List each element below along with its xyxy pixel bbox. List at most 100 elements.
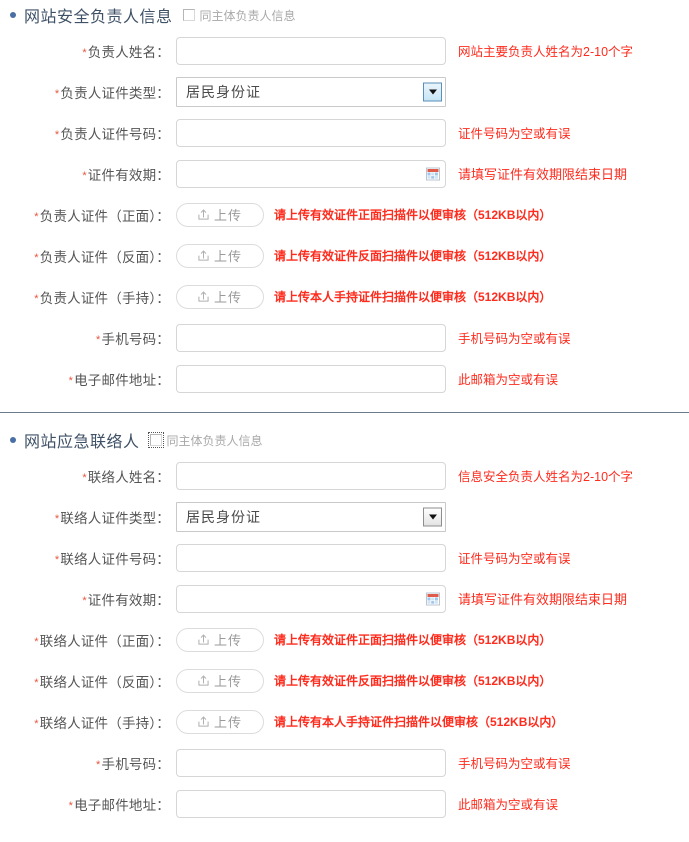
datepicker-officer-id-validity <box>176 159 446 188</box>
upload-icon <box>198 209 209 220</box>
hint-contact-id-back: 请上传有效证件反面扫描件以便审核（512KB以内） <box>274 674 552 688</box>
chevron-down-icon[interactable] <box>423 507 442 526</box>
hint-officer-name: 网站主要负责人姓名为2-10个字 <box>458 45 634 59</box>
same-as-entity-label: 同主体负责人信息 <box>166 433 263 448</box>
input-contact-name[interactable] <box>176 461 446 490</box>
calendar-icon[interactable] <box>426 167 440 180</box>
input-contact-id-number[interactable] <box>176 543 446 572</box>
hint-contact-email: 此邮箱为空或有误 <box>458 798 559 812</box>
control-officer-id-front: 上传 <box>176 202 264 227</box>
required-asterisk: * <box>34 635 39 648</box>
section-title: 网站应急联络人 <box>24 434 140 451</box>
control-contact-id-handheld: 上传 <box>176 709 264 734</box>
control-officer-email <box>176 364 446 393</box>
required-asterisk: * <box>34 717 39 730</box>
control-contact-name <box>176 461 446 490</box>
form-row-officer-id-validity: *证件有效期： 请填写证件有效期限结束日期 <box>0 153 689 194</box>
form-row-contact-id-back: *联络人证件（反面）： 上传 请上传有效证件反面扫描件以便审核（512KB以内） <box>0 660 689 701</box>
label-contact-mobile: *手机号码： <box>0 753 176 773</box>
upload-button-contact-id-back[interactable]: 上传 <box>176 668 264 693</box>
input-officer-name[interactable] <box>176 36 446 65</box>
upload-button-label: 上传 <box>213 290 242 305</box>
upload-button-label: 上传 <box>213 249 242 264</box>
section-divider <box>0 412 689 413</box>
form-row-officer-mobile: *手机号码： 手机号码为空或有误 <box>0 317 689 358</box>
same-as-entity-checkbox[interactable] <box>182 9 195 21</box>
label-contact-id-handheld: *联络人证件（手持）： <box>0 712 176 732</box>
form-row-officer-id-back: *负责人证件（反面）： 上传 请上传有效证件反面扫描件以便审核（512KB以内） <box>0 235 689 276</box>
label-text: 负责人证件（正面）： <box>39 208 170 224</box>
upload-button-contact-id-front[interactable]: 上传 <box>176 627 264 652</box>
hint-contact-id-validity: 请填写证件有效期限结束日期 <box>458 592 628 607</box>
label-text: 手机号码： <box>101 756 170 772</box>
form-row-contact-id-number: *联络人证件号码： 证件号码为空或有误 <box>0 537 689 578</box>
hint-contact-name: 信息安全负责人姓名为2-10个字 <box>458 470 634 484</box>
same-as-entity-toggle-website-emergency-contact[interactable]: 同主体负责人信息 <box>147 432 263 449</box>
label-text: 联络人证件（正面）： <box>39 633 170 649</box>
label-contact-id-back: *联络人证件（反面）： <box>0 671 176 691</box>
upload-button-officer-id-front[interactable]: 上传 <box>176 202 264 227</box>
label-officer-mobile: *手机号码： <box>0 328 176 348</box>
control-contact-mobile <box>176 748 446 777</box>
form-row-officer-email: *电子邮件地址： 此邮箱为空或有误 <box>0 358 689 399</box>
control-officer-name <box>176 36 446 65</box>
label-text: 负责人证件类型： <box>60 85 170 101</box>
hint-contact-id-number: 证件号码为空或有误 <box>458 552 571 566</box>
label-officer-id-number: *负责人证件号码： <box>0 123 176 143</box>
label-officer-id-handheld: *负责人证件（手持）： <box>0 287 176 307</box>
form-row-contact-id-front: *联络人证件（正面）： 上传 请上传有效证件正面扫描件以便审核（512KB以内） <box>0 619 689 660</box>
required-asterisk: * <box>82 594 87 607</box>
same-as-entity-checkbox[interactable] <box>147 432 164 448</box>
required-asterisk: * <box>96 758 101 771</box>
hint-officer-id-handheld: 请上传本人手持证件扫描件以便审核（512KB以内） <box>274 290 552 304</box>
label-contact-name: *联络人姓名： <box>0 466 176 486</box>
calendar-icon[interactable] <box>426 592 440 605</box>
chevron-down-icon[interactable] <box>423 82 442 101</box>
input-officer-id-validity[interactable] <box>176 159 446 188</box>
section-website-security-officer: 网站安全负责人信息 同主体负责人信息 *负责人姓名： 网站主要负责人姓名为2-10个字… <box>0 0 689 399</box>
select-contact-id-type[interactable]: 居民身份证 <box>176 501 446 532</box>
input-contact-mobile[interactable] <box>176 748 446 777</box>
same-as-entity-toggle-website-security-officer[interactable]: 同主体负责人信息 <box>182 7 296 24</box>
input-officer-mobile[interactable] <box>176 323 446 352</box>
label-officer-id-type: *负责人证件类型： <box>0 82 176 102</box>
label-contact-id-front: *联络人证件（正面）： <box>0 630 176 650</box>
input-officer-email[interactable] <box>176 364 446 393</box>
control-officer-id-type: 居民身份证 <box>176 76 446 107</box>
caret-glyph <box>428 514 437 519</box>
hint-officer-id-front: 请上传有效证件正面扫描件以便审核（512KB以内） <box>274 208 552 222</box>
required-asterisk: * <box>68 374 74 387</box>
label-text: 负责人证件（反面）： <box>39 249 170 265</box>
form-row-contact-name: *联络人姓名： 信息安全负责人姓名为2-10个字 <box>0 455 689 496</box>
control-officer-mobile <box>176 323 446 352</box>
select-value: 居民身份证 <box>186 83 261 100</box>
required-asterisk: * <box>34 292 39 305</box>
input-officer-id-number[interactable] <box>176 118 446 147</box>
form-root: 网站安全负责人信息 同主体负责人信息 *负责人姓名： 网站主要负责人姓名为2-10个字… <box>0 0 689 824</box>
upload-button-label: 上传 <box>213 633 242 648</box>
required-asterisk: * <box>34 676 39 689</box>
caret-glyph <box>428 89 437 94</box>
label-text: 负责人证件号码： <box>60 126 170 142</box>
required-asterisk: * <box>68 799 74 812</box>
hint-contact-id-front: 请上传有效证件正面扫描件以便审核（512KB以内） <box>274 633 552 647</box>
label-text: 证件有效期： <box>87 167 170 183</box>
required-asterisk: * <box>34 210 39 223</box>
label-officer-id-validity: *证件有效期： <box>0 164 176 184</box>
hint-officer-id-back: 请上传有效证件反面扫描件以便审核（512KB以内） <box>274 249 552 263</box>
form-row-contact-mobile: *手机号码： 手机号码为空或有误 <box>0 742 689 783</box>
label-text: 电子邮件地址： <box>74 372 170 388</box>
upload-button-officer-id-back[interactable]: 上传 <box>176 243 264 268</box>
upload-icon <box>198 675 209 686</box>
upload-icon <box>198 634 209 645</box>
required-asterisk: * <box>54 512 60 525</box>
input-contact-email[interactable] <box>176 789 446 818</box>
required-asterisk: * <box>54 128 60 141</box>
select-officer-id-type[interactable]: 居民身份证 <box>176 76 446 107</box>
upload-button-officer-id-handheld[interactable]: 上传 <box>176 284 264 309</box>
label-officer-email: *电子邮件地址： <box>0 369 176 389</box>
upload-button-contact-id-handheld[interactable]: 上传 <box>176 709 264 734</box>
label-officer-name: *负责人姓名： <box>0 41 176 61</box>
upload-button-label: 上传 <box>213 674 242 689</box>
input-contact-id-validity[interactable] <box>176 584 446 613</box>
